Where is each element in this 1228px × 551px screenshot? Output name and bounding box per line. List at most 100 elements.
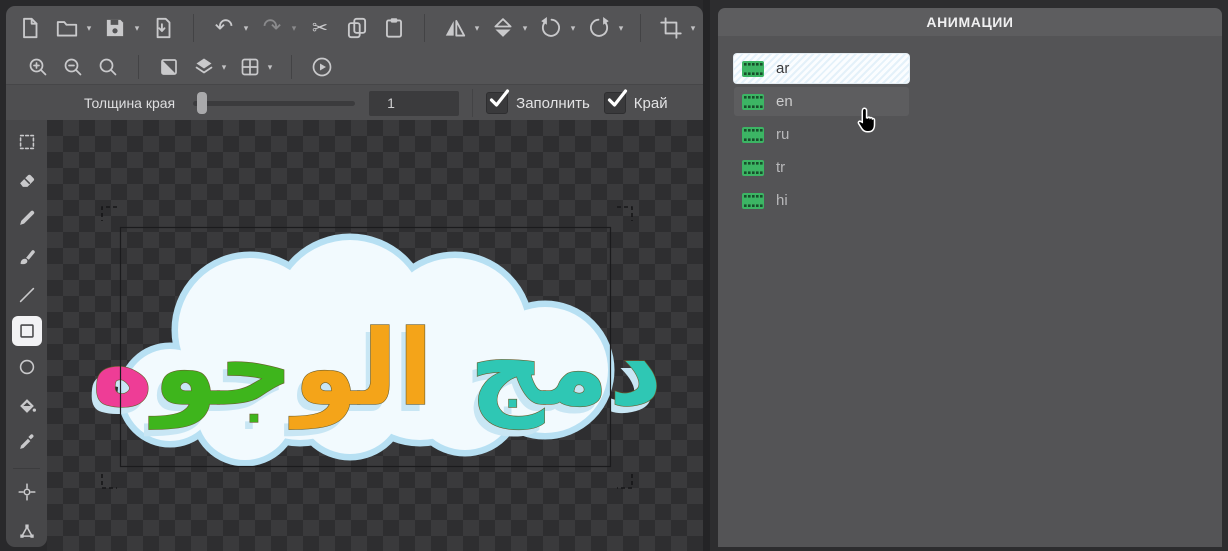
zoom-in-button[interactable]: [24, 53, 52, 81]
tool-brush[interactable]: [12, 242, 42, 272]
zoom-out-button[interactable]: [59, 53, 87, 81]
tool-nodes[interactable]: [12, 517, 42, 547]
fill-checkbox[interactable]: [486, 92, 508, 114]
cut-button[interactable]: ✂: [304, 12, 336, 44]
invert-colors-icon: [157, 55, 181, 79]
redo-dropdown-caret[interactable]: ▾: [289, 24, 299, 33]
layers-icon: [192, 55, 216, 79]
crop-icon: [658, 15, 684, 41]
animation-item-label: ru: [776, 126, 789, 143]
flip-horizontal-dropdown-caret[interactable]: ▾: [472, 24, 482, 33]
ellipse-icon: [16, 356, 38, 378]
selection-corner-bottom-left[interactable]: [102, 474, 117, 488]
zoom-fit-button[interactable]: [94, 53, 122, 81]
film-icon: [742, 127, 764, 143]
tool-pencil[interactable]: [12, 203, 42, 233]
selection-corner-bottom-right[interactable]: [617, 474, 632, 488]
slider-track[interactable]: [193, 101, 355, 106]
new-file-icon: [17, 15, 43, 41]
film-icon: [742, 94, 764, 110]
save-button[interactable]: [99, 12, 131, 44]
grid-dropdown-caret[interactable]: ▾: [265, 63, 275, 72]
tool-fill[interactable]: [12, 391, 42, 421]
magnifier-icon: [96, 55, 120, 79]
import-image-icon: [150, 15, 176, 41]
tool-line[interactable]: [12, 280, 42, 310]
invert-colors-button[interactable]: [155, 53, 183, 81]
flip-horizontal-icon: [442, 15, 468, 41]
tool-ellipse[interactable]: [12, 352, 42, 382]
animation-item-en[interactable]: en: [734, 87, 909, 116]
copy-icon: [344, 15, 370, 41]
tool-eyedropper[interactable]: [12, 427, 42, 457]
tool-eraser[interactable]: [12, 165, 42, 195]
eyedropper-icon: [16, 431, 38, 453]
fill-checkbox-label[interactable]: Заполнить: [516, 95, 590, 112]
undo-dropdown-caret[interactable]: ▾: [241, 24, 251, 33]
animation-item-label: ar: [776, 60, 789, 77]
tool-select[interactable]: [12, 127, 42, 157]
animation-item-hi[interactable]: hi: [734, 186, 909, 215]
film-icon: [742, 193, 764, 209]
edge-thickness-slider[interactable]: [193, 93, 355, 113]
film-icon: [742, 61, 764, 77]
flip-vertical-icon: [490, 15, 516, 41]
layers-dropdown-caret[interactable]: ▾: [219, 63, 229, 72]
redo-icon: ↷: [263, 17, 281, 39]
rotate-clockwise-button[interactable]: [583, 12, 615, 44]
line-icon: [16, 284, 38, 306]
grid-button[interactable]: [236, 53, 264, 81]
toolbar-separator: [193, 14, 194, 42]
rotate-ccw-dropdown-caret[interactable]: ▾: [568, 24, 578, 33]
animations-panel: АНИМАЦИИ ar en: [710, 0, 1228, 551]
new-file-button[interactable]: [14, 12, 46, 44]
brush-icon: [16, 246, 38, 268]
edge-thickness-input[interactable]: [369, 91, 459, 116]
canvas-content: دمج الوجوه دمج الوجوه: [47, 120, 703, 551]
grid-icon: [238, 55, 262, 79]
tool-rectangle[interactable]: [12, 316, 42, 346]
tools-sidebar: [6, 120, 47, 547]
selection-corner-top-left[interactable]: [102, 207, 117, 221]
flip-horizontal-button[interactable]: [439, 12, 471, 44]
layers-button[interactable]: [190, 53, 218, 81]
crop-dropdown-caret[interactable]: ▾: [688, 24, 698, 33]
paste-button[interactable]: [378, 12, 410, 44]
flip-vertical-dropdown-caret[interactable]: ▾: [520, 24, 530, 33]
save-dropdown-caret[interactable]: ▾: [132, 24, 142, 33]
toolbar-separator: [138, 55, 139, 79]
crop-button[interactable]: [655, 12, 687, 44]
toolbar-separator: [291, 55, 292, 79]
play-button[interactable]: [308, 53, 336, 81]
toolbar-separator: [424, 14, 425, 42]
animations-list: ar en ru: [718, 36, 1222, 547]
select-icon: [16, 131, 38, 153]
animation-item-label: hi: [776, 192, 788, 209]
import-image-button[interactable]: [147, 12, 179, 44]
open-file-button[interactable]: [51, 12, 83, 44]
flip-vertical-button[interactable]: [487, 12, 519, 44]
rotate-cw-dropdown-caret[interactable]: ▾: [616, 24, 626, 33]
toolbar-row-main: ▾ ▾ ↶ ▾ ↷: [6, 6, 703, 50]
checkmark-icon: [486, 86, 512, 112]
animation-item-tr[interactable]: tr: [734, 153, 909, 182]
tool-move[interactable]: [12, 477, 42, 507]
drawing-canvas[interactable]: دمج الوجوه دمج الوجوه: [47, 120, 703, 551]
redo-button[interactable]: ↷: [256, 12, 288, 44]
edge-checkbox-label[interactable]: Край: [634, 95, 668, 112]
open-file-dropdown-caret[interactable]: ▾: [84, 24, 94, 33]
selection-corner-top-right[interactable]: [617, 207, 632, 221]
toolbar-separator: [472, 89, 473, 117]
checkmark-icon: [604, 86, 630, 112]
nodes-icon: [16, 521, 38, 543]
copy-button[interactable]: [341, 12, 373, 44]
scissors-icon: ✂: [312, 19, 328, 38]
undo-button[interactable]: ↶: [208, 12, 240, 44]
slider-handle[interactable]: [197, 92, 207, 114]
animation-item-ar[interactable]: ar: [734, 54, 909, 83]
rotate-counterclockwise-button[interactable]: [535, 12, 567, 44]
edge-checkbox[interactable]: [604, 92, 626, 114]
play-icon: [310, 55, 334, 79]
animation-item-label: en: [776, 93, 793, 110]
animation-item-ru[interactable]: ru: [734, 120, 909, 149]
